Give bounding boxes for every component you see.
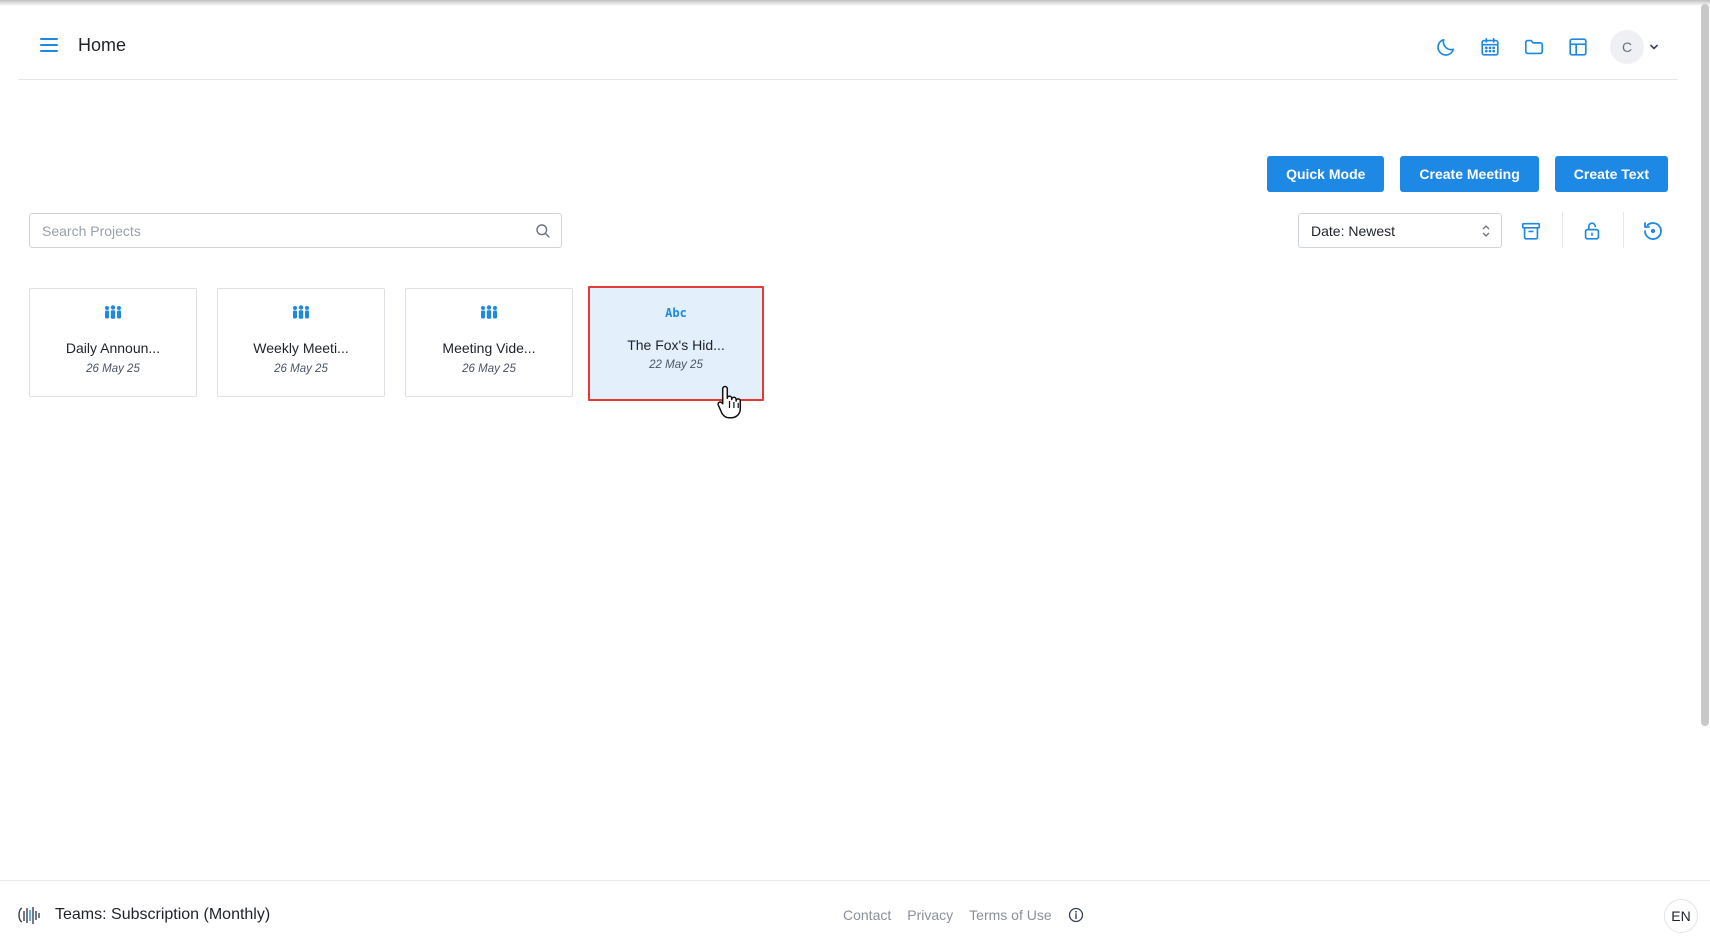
header-icons: C [1416,30,1660,64]
project-card[interactable]: Meeting Vide... 26 May 25 [405,288,573,397]
search-icon[interactable] [535,223,551,239]
scrollbar-thumb[interactable] [1701,4,1709,726]
user-menu[interactable]: C [1610,30,1660,64]
contact-link[interactable]: Contact [843,907,891,923]
hand-cursor-icon [717,385,742,419]
history-icon[interactable] [1640,218,1666,244]
calendar-icon[interactable] [1476,33,1504,61]
chevron-down-icon [1650,44,1658,50]
language-button[interactable]: EN [1664,899,1698,933]
privacy-link[interactable]: Privacy [907,907,953,923]
action-buttons: Quick Mode Create Meeting Create Text [1251,156,1668,192]
toolbar-divider [1623,212,1624,248]
project-card[interactable]: Weekly Meeti... 26 May 25 [217,288,385,397]
project-name: The Fox's Hid... [627,337,725,353]
top-header: Home C [18,0,1678,80]
table-icon[interactable] [1564,33,1592,61]
people-icon [218,305,384,319]
search-input[interactable] [42,214,522,247]
text-abc-icon: Abc [665,306,687,320]
avatar[interactable]: C [1610,30,1644,64]
unlock-icon[interactable] [1579,218,1605,244]
create-text-button[interactable]: Create Text [1554,156,1668,192]
toolbar-divider [1562,212,1563,248]
footer: Teams: Subscription (Monthly) Contact Pr… [0,880,1710,945]
page-scrollbar[interactable] [1698,0,1710,880]
sort-value: Date: Newest [1311,223,1396,239]
project-name: Meeting Vide... [442,340,536,356]
archive-icon[interactable] [1518,218,1544,244]
people-icon [30,305,196,319]
info-icon[interactable] [1068,907,1084,923]
project-date: 26 May 25 [274,363,328,375]
project-name: Weekly Meeti... [253,340,349,356]
project-date: 26 May 25 [86,363,140,375]
logo-icon [18,907,40,924]
moon-icon[interactable] [1432,33,1460,61]
project-card[interactable]: Daily Announ... 26 May 25 [29,288,197,397]
project-date: 26 May 25 [462,363,516,375]
footer-links: Contact Privacy Terms of Use [843,907,1084,923]
project-name: Daily Announ... [65,340,161,356]
quick-mode-button[interactable]: Quick Mode [1267,156,1385,192]
search-box [29,213,562,248]
people-icon [406,305,572,319]
sort-select[interactable]: Date: Newest [1298,213,1502,248]
subscription-plan: Teams: Subscription (Monthly) [55,906,271,923]
terms-link[interactable]: Terms of Use [969,907,1051,923]
folder-icon[interactable] [1520,33,1548,61]
page-title: Home [78,35,127,55]
create-meeting-button[interactable]: Create Meeting [1400,156,1539,192]
select-arrows-icon [1482,225,1490,237]
menu-icon[interactable] [38,34,60,56]
project-date: 22 May 25 [649,359,703,371]
